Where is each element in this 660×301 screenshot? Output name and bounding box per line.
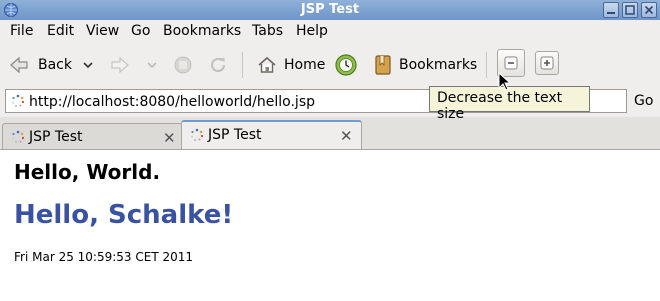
server-date: Fri Mar 25 10:59:53 CET 2011 bbox=[14, 250, 194, 264]
menu-view[interactable]: View bbox=[86, 23, 119, 39]
heading-hello-world: Hello, World. bbox=[14, 160, 161, 184]
heading-hello-schalke: Hello, Schalke! bbox=[14, 200, 234, 230]
history-clock-icon[interactable] bbox=[334, 53, 358, 77]
navigation-toolbar: Back Home Bookmarks bbox=[0, 44, 660, 86]
home-icon bbox=[258, 56, 276, 73]
tab-jsp-test-1[interactable]: JSP Test ✕ bbox=[2, 123, 182, 149]
go-button[interactable]: Go bbox=[634, 93, 653, 109]
tab-label: JSP Test bbox=[208, 127, 262, 143]
zoom-in-icon bbox=[540, 56, 554, 70]
menu-help[interactable]: Help bbox=[296, 23, 328, 39]
tab-jsp-test-2[interactable]: JSP Test ✕ bbox=[181, 120, 362, 149]
zoom-in-button[interactable] bbox=[535, 51, 559, 75]
menu-go[interactable]: Go bbox=[131, 23, 150, 39]
tab-loading-icon bbox=[12, 130, 25, 143]
forward-history-chevron-icon[interactable] bbox=[146, 60, 158, 70]
tab-loading-icon bbox=[191, 128, 204, 141]
url-text: http://localhost:8080/helloworld/hello.j… bbox=[29, 94, 315, 110]
tab-label: JSP Test bbox=[29, 129, 83, 145]
loading-spinner-icon bbox=[12, 94, 25, 107]
minimize-icon bbox=[607, 12, 615, 14]
reload-icon[interactable] bbox=[207, 54, 229, 76]
toolbar-separator bbox=[242, 52, 243, 78]
maximize-button[interactable] bbox=[622, 2, 638, 18]
minimize-button[interactable] bbox=[603, 2, 619, 18]
title-bar[interactable]: JSP Test bbox=[0, 0, 660, 20]
home-label: Home bbox=[284, 57, 326, 73]
menu-edit[interactable]: Edit bbox=[47, 23, 74, 39]
maximize-icon bbox=[625, 5, 635, 15]
bookmark-book-icon bbox=[375, 55, 391, 75]
zoom-out-icon bbox=[504, 56, 518, 70]
tab-close-icon[interactable]: ✕ bbox=[340, 127, 353, 145]
back-button[interactable]: Back bbox=[8, 54, 72, 76]
bookmarks-button[interactable]: Bookmarks bbox=[373, 54, 477, 76]
home-button[interactable]: Home bbox=[256, 54, 325, 76]
menu-bar: File Edit View Go Bookmarks Tabs Help bbox=[0, 20, 660, 44]
toolbar-separator bbox=[486, 52, 487, 78]
tab-close-icon[interactable]: ✕ bbox=[163, 129, 176, 147]
page-content: Hello, World. Hello, Schalke! Fri Mar 25… bbox=[0, 150, 660, 301]
stop-icon[interactable] bbox=[173, 55, 193, 75]
forward-arrow-icon[interactable] bbox=[108, 54, 132, 76]
window-title: JSP Test bbox=[300, 2, 360, 17]
back-label: Back bbox=[38, 57, 72, 73]
menu-bookmarks[interactable]: Bookmarks bbox=[163, 23, 241, 39]
close-window-button[interactable] bbox=[641, 2, 657, 18]
back-history-chevron-icon[interactable] bbox=[82, 60, 94, 70]
close-icon bbox=[644, 5, 654, 15]
mouse-cursor-icon bbox=[498, 72, 512, 91]
menu-tabs[interactable]: Tabs bbox=[252, 23, 283, 39]
menu-file[interactable]: File bbox=[10, 23, 33, 39]
bookmarks-label: Bookmarks bbox=[399, 57, 478, 73]
back-arrow-icon bbox=[10, 56, 28, 74]
tab-strip: JSP Test ✕ JSP Test ✕ bbox=[0, 117, 660, 150]
